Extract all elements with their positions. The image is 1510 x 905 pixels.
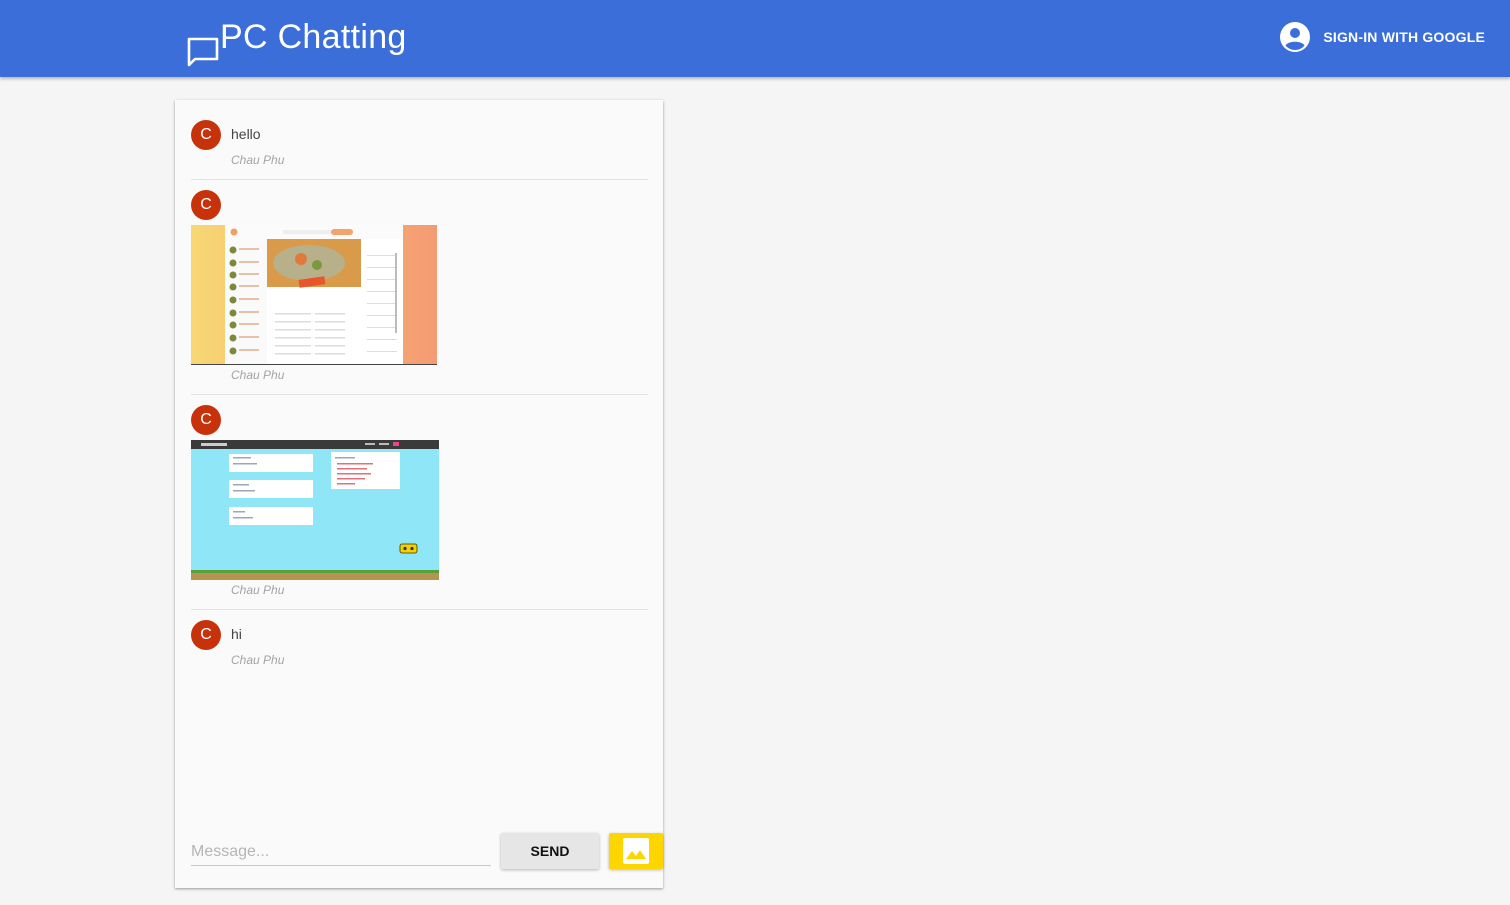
message-author: Chau Phu bbox=[231, 583, 285, 597]
chat-message: C Chau Phu bbox=[191, 405, 648, 610]
avatar: C bbox=[191, 620, 221, 650]
message-author: Chau Phu bbox=[231, 368, 285, 382]
avatar: C bbox=[191, 120, 221, 150]
message-image[interactable] bbox=[191, 440, 439, 580]
send-button[interactable]: SEND bbox=[501, 833, 599, 869]
chat-message: C hello Chau Phu bbox=[191, 120, 648, 180]
message-text: hello bbox=[231, 126, 261, 142]
avatar: C bbox=[191, 405, 221, 435]
message-input[interactable] bbox=[191, 838, 491, 866]
avatar: C bbox=[191, 190, 221, 220]
message-author: Chau Phu bbox=[231, 153, 285, 167]
message-text: hi bbox=[231, 626, 242, 642]
account-circle-icon bbox=[1280, 22, 1311, 52]
chat-card: C hello Chau Phu C Chau Phu C Chau Phu C… bbox=[175, 100, 663, 888]
chat-message: C hi Chau Phu bbox=[191, 620, 648, 680]
message-image[interactable] bbox=[191, 225, 437, 365]
image-icon bbox=[623, 838, 649, 864]
chat-message: C Chau Phu bbox=[191, 190, 648, 395]
message-author: Chau Phu bbox=[231, 653, 285, 667]
app-title: PC Chatting bbox=[220, 18, 407, 56]
sign-in-with-google-button[interactable]: SIGN-IN WITH GOOGLE bbox=[1279, 21, 1485, 53]
chat-bubble-icon bbox=[187, 37, 219, 67]
upload-image-button[interactable] bbox=[609, 833, 663, 869]
app-header: PC Chatting SIGN-IN WITH GOOGLE bbox=[0, 0, 1510, 77]
sign-in-label: SIGN-IN WITH GOOGLE bbox=[1323, 29, 1485, 45]
